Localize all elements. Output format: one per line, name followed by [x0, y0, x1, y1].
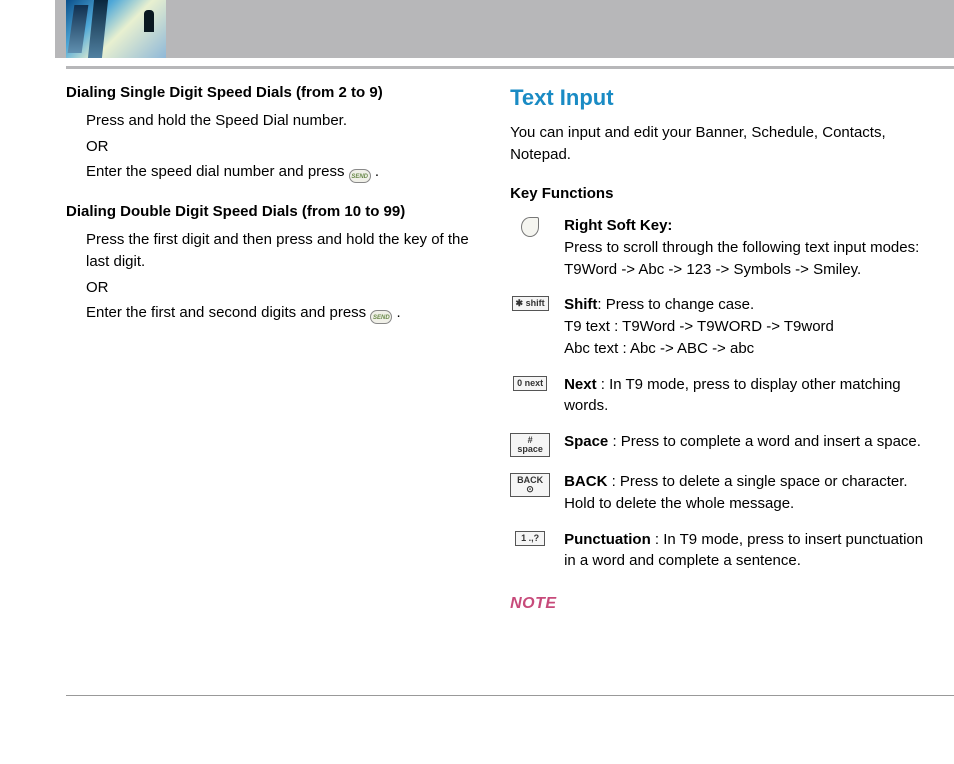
key-row-next: 0 next Next : In T9 mode, press to displ… [510, 374, 924, 418]
key-name: BACK [564, 473, 612, 490]
intro-text: You can input and edit your Banner, Sche… [510, 122, 924, 166]
page-content: Dialing Single Digit Speed Dials (from 2… [66, 82, 924, 615]
divider-bottom [66, 695, 954, 696]
key-name: Next [564, 376, 601, 393]
key-desc: BACK : Press to delete a single space or… [564, 471, 924, 515]
key-desc: Punctuation : In T9 mode, press to inser… [564, 529, 924, 573]
one-key-icon: 1 .,? [510, 529, 550, 546]
heading-single-digit: Dialing Single Digit Speed Dials (from 2… [66, 82, 470, 104]
send-icon: SEND [349, 169, 371, 183]
key-row-back: BACK ⊙ BACK : Press to delete a single s… [510, 471, 924, 515]
key-detail: Press to scroll through the following te… [564, 239, 919, 278]
instruction-or: OR [86, 277, 470, 299]
key-suffix: : Press to delete a single space or char… [564, 473, 908, 512]
section-title: Text Input [510, 82, 924, 114]
key-detail: T9 text : T9Word -> T9WORD -> T9word Abc… [564, 318, 834, 357]
column-right: Text Input You can input and edit your B… [510, 82, 924, 615]
key-name: Punctuation [564, 531, 655, 548]
key-suffix: : Press to change case. [597, 296, 754, 313]
instruction-line: Enter the speed dial number and press SE… [86, 161, 470, 183]
key-desc: Next : In T9 mode, press to display othe… [564, 374, 924, 418]
header-photo [66, 0, 166, 58]
key-row-softkey: Right Soft Key: Press to scroll through … [510, 215, 924, 280]
key-name: Right Soft Key: [564, 217, 672, 234]
instruction-line: Press and hold the Speed Dial number. [86, 110, 470, 132]
text: . [371, 163, 379, 180]
key-suffix: : In T9 mode, press to display other mat… [564, 376, 901, 415]
note-label: NOTE [510, 592, 924, 615]
divider-top [66, 66, 954, 69]
zero-key-icon: 0 next [510, 374, 550, 391]
key-name: Shift [564, 296, 597, 313]
key-row-shift: ✱ shift Shift: Press to change case. T9 … [510, 294, 924, 359]
key-desc: Right Soft Key: Press to scroll through … [564, 215, 924, 280]
instruction-or: OR [86, 136, 470, 158]
column-left: Dialing Single Digit Speed Dials (from 2… [66, 82, 470, 615]
hash-key-icon: # space [510, 431, 550, 457]
text: Enter the first and second digits and pr… [86, 304, 370, 321]
back-key-icon: BACK ⊙ [510, 471, 550, 497]
header-bar [55, 0, 954, 58]
send-icon: SEND [370, 310, 392, 324]
key-name: Space [564, 433, 612, 450]
heading-double-digit: Dialing Double Digit Speed Dials (from 1… [66, 201, 470, 223]
key-row-space: # space Space : Press to complete a word… [510, 431, 924, 457]
instruction-line: Press the first digit and then press and… [86, 229, 470, 273]
text: . [392, 304, 400, 321]
key-desc: Shift: Press to change case. T9 text : T… [564, 294, 924, 359]
text: Enter the speed dial number and press [86, 163, 349, 180]
instruction-line: Enter the first and second digits and pr… [86, 302, 470, 324]
key-desc: Space : Press to complete a word and ins… [564, 431, 924, 453]
key-row-punctuation: 1 .,? Punctuation : In T9 mode, press to… [510, 529, 924, 573]
key-functions-heading: Key Functions [510, 183, 924, 205]
right-soft-key-icon [510, 215, 550, 237]
star-key-icon: ✱ shift [510, 294, 550, 311]
key-suffix: : Press to complete a word and insert a … [612, 433, 921, 450]
